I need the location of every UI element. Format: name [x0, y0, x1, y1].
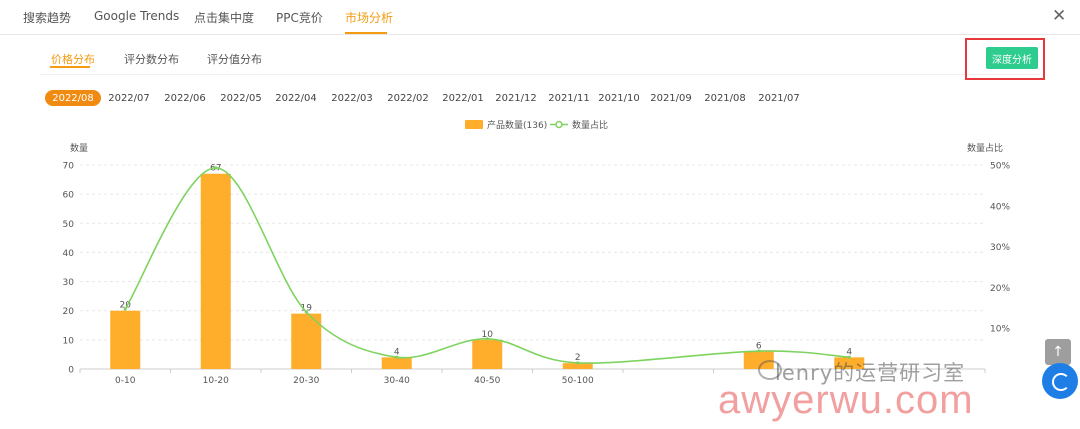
bar	[381, 357, 412, 369]
subtab-rating-count-distribution[interactable]: 评分数分布	[124, 51, 179, 67]
tab-ppc-bidding[interactable]: PPC竞价	[276, 9, 323, 26]
subtab-divider	[40, 74, 1040, 75]
month-pill[interactable]: 2021/10	[596, 90, 642, 106]
x-tick-label: 20-30	[293, 376, 319, 386]
scroll-to-top-button[interactable]: ↑	[1045, 339, 1071, 365]
month-pill[interactable]: 2022/05	[216, 90, 266, 106]
x-tick-label: 0-10	[115, 376, 136, 386]
y-tick-label: 20	[63, 307, 75, 317]
x-tick-label: 50-100	[562, 376, 594, 386]
proportion-point	[214, 166, 218, 170]
proportion-point	[757, 349, 761, 353]
month-pill[interactable]: 2022/04	[271, 90, 321, 106]
proportion-point	[485, 337, 489, 341]
top-tab-bar: 搜索趋势 Google Trends 点击集中度 PPC竞价 市场分析	[0, 0, 1080, 35]
y-tick-label: 0	[68, 366, 74, 376]
y2-tick-label: 50%	[990, 162, 1010, 172]
x-tick-label: 40-50	[474, 376, 500, 386]
tab-google-trends[interactable]: Google Trends	[94, 9, 179, 23]
month-pill[interactable]: 2022/07	[104, 90, 154, 106]
subtab-rating-value-distribution[interactable]: 评分值分布	[207, 51, 262, 67]
y2-tick-label: 20%	[990, 284, 1010, 294]
y2-axis-title: 数量占比	[967, 142, 1003, 154]
y-tick-label: 10	[63, 336, 75, 346]
tab-click-concentration[interactable]: 点击集中度	[194, 9, 254, 26]
month-pill[interactable]: 2021/07	[756, 90, 802, 106]
chat-support-icon[interactable]	[1042, 363, 1078, 399]
month-pill[interactable]: 2021/09	[648, 90, 694, 106]
y2-tick-label: 40%	[990, 202, 1010, 212]
close-icon[interactable]: ✕	[1052, 6, 1066, 26]
y-tick-label: 70	[63, 162, 75, 172]
bar	[110, 310, 141, 369]
tab-search-trends[interactable]: 搜索趋势	[23, 9, 71, 26]
y2-tick-label: 30%	[990, 243, 1010, 253]
highlight-annotation-box	[965, 38, 1045, 80]
subtab-price-distribution[interactable]: 价格分布	[51, 51, 95, 67]
proportion-point	[304, 310, 308, 314]
proportion-point	[123, 307, 127, 311]
legend-bar-swatch	[465, 120, 483, 129]
month-pill[interactable]: 2021/08	[702, 90, 748, 106]
active-tab-underline	[345, 32, 387, 34]
proportion-point	[395, 355, 399, 359]
bar	[200, 173, 231, 369]
y-tick-label: 60	[63, 191, 75, 201]
y-tick-label: 50	[63, 220, 75, 230]
month-pill[interactable]: 2021/11	[546, 90, 592, 106]
legend-line-marker	[555, 120, 563, 129]
active-subtab-underline	[50, 66, 90, 68]
month-pill[interactable]: 2022/02	[383, 90, 433, 106]
legend-line-label: 数量占比	[572, 119, 608, 131]
bar	[472, 339, 503, 369]
y-axis-title: 数量	[70, 142, 88, 154]
month-pill[interactable]: 2022/06	[160, 90, 210, 106]
x-tick-label: 10-20	[203, 376, 229, 386]
watermark-site: awyerwu.com	[718, 378, 974, 422]
legend-bar-label: 产品数量(136)	[487, 119, 547, 131]
month-pill[interactable]: 2022/03	[327, 90, 377, 106]
y2-tick-label: 10%	[990, 325, 1010, 335]
month-pill[interactable]: 2021/12	[493, 90, 539, 106]
y-tick-label: 30	[63, 278, 75, 288]
proportion-point	[576, 361, 580, 365]
month-pill[interactable]: 2022/08	[45, 90, 101, 106]
tab-market-analysis[interactable]: 市场分析	[345, 9, 393, 26]
month-pill[interactable]: 2022/01	[438, 90, 488, 106]
x-tick-label: 30-40	[384, 376, 410, 386]
y-tick-label: 40	[63, 249, 75, 259]
